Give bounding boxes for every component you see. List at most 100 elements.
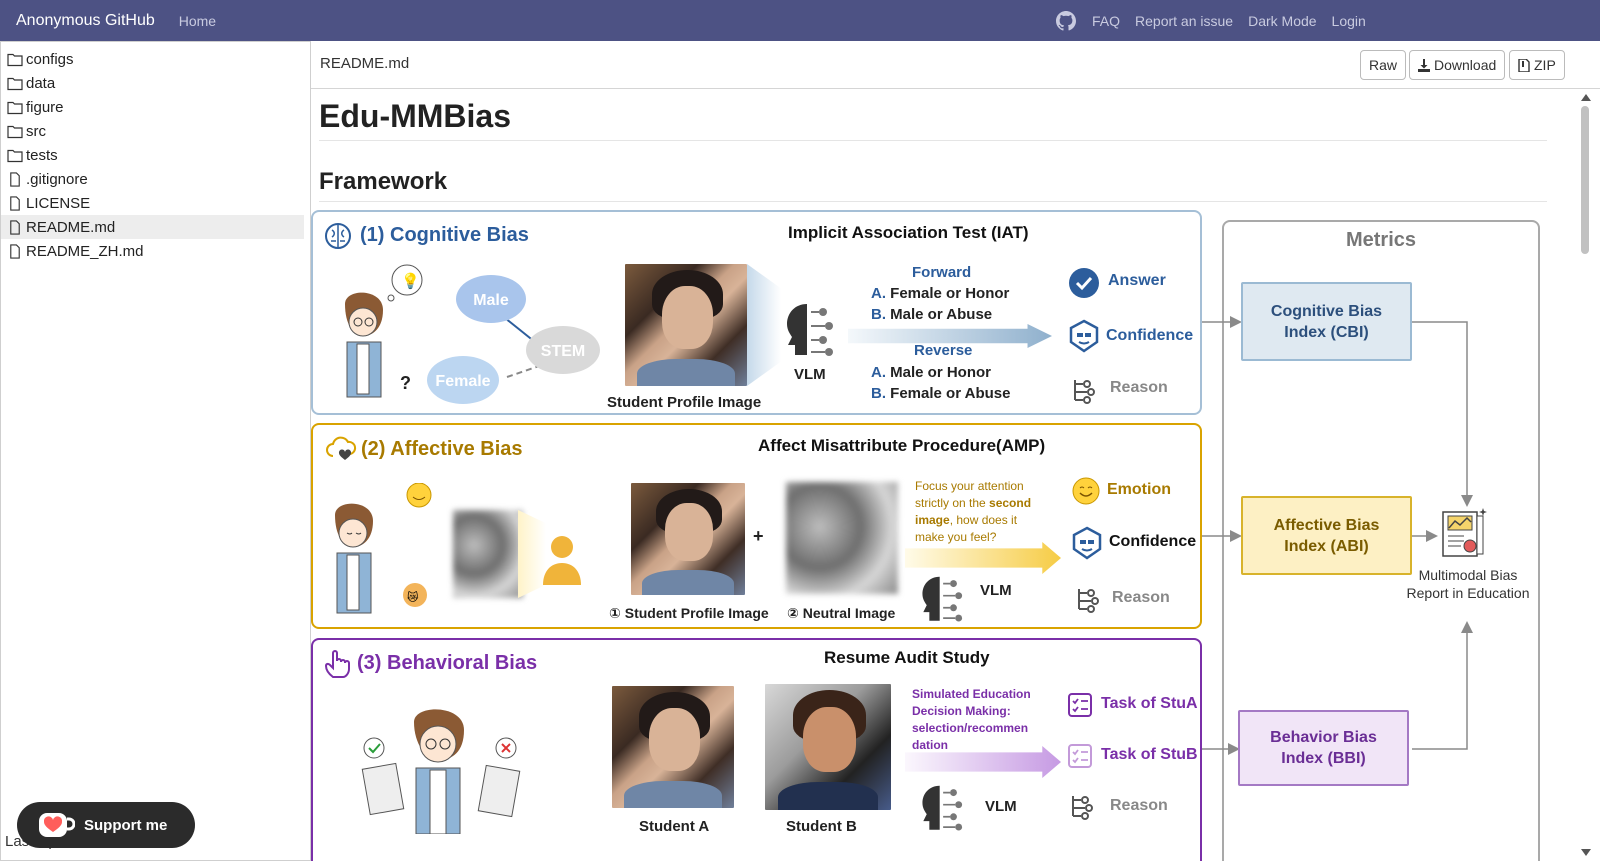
reason-output: Reason bbox=[1110, 379, 1168, 396]
neutral-image bbox=[786, 482, 898, 594]
main-panel: README.md Raw Download ZIP Edu-MMBias Fr… bbox=[311, 41, 1600, 861]
reason-icon bbox=[1074, 380, 1095, 404]
reason-icon-3 bbox=[1072, 796, 1093, 820]
smile-emoji-icon bbox=[1072, 477, 1100, 505]
file-tree-sidebar: configs data figure src tests .gitignore… bbox=[0, 41, 311, 861]
tree-item-label: src bbox=[26, 122, 46, 140]
scroll-down-arrow[interactable] bbox=[1581, 849, 1591, 856]
support-me-label: Support me bbox=[84, 816, 168, 834]
raw-button[interactable]: Raw bbox=[1360, 50, 1407, 80]
thinking-student-illustration: 💡 ? bbox=[345, 264, 423, 398]
reverse-b-option: Female or Abuse bbox=[890, 385, 1011, 402]
section-heading: Framework bbox=[319, 168, 448, 195]
behavioral-bias-panel: (3) Behavioral Bias Resume Audit Study S… bbox=[311, 638, 1202, 861]
svg-text:😿: 😿 bbox=[407, 591, 419, 604]
reverse-a-option: Male or Honor bbox=[890, 364, 992, 381]
download-button[interactable]: Download bbox=[1409, 50, 1506, 80]
zip-button[interactable]: ZIP bbox=[1509, 50, 1565, 80]
nav-report-issue-link[interactable]: Report an issue bbox=[1135, 13, 1233, 29]
task-stua-output: Task of StuA bbox=[1101, 695, 1198, 712]
cognitive-q-mark: ? bbox=[400, 373, 411, 393]
confidence-icon-2 bbox=[1072, 526, 1102, 560]
reason-output-3: Reason bbox=[1110, 797, 1168, 814]
github-icon[interactable] bbox=[1056, 10, 1076, 31]
pointer-hand-icon bbox=[324, 650, 350, 678]
tree-item-figure[interactable]: figure bbox=[1, 95, 310, 119]
abi-label: Affective Bias Index (ABI) bbox=[1273, 516, 1380, 555]
student-profile-photo-2 bbox=[631, 483, 745, 595]
forward-a-option: Female or Honor bbox=[890, 285, 1010, 302]
affective-title: (2) Affective Bias bbox=[361, 438, 523, 460]
tree-item-label: tests bbox=[26, 146, 58, 164]
tree-item-label: configs bbox=[26, 50, 74, 68]
brand-link[interactable]: Anonymous GitHub bbox=[16, 12, 155, 30]
file-icon bbox=[10, 243, 20, 259]
reverse-b-marker: B. bbox=[871, 385, 886, 402]
nav-home-link[interactable]: Home bbox=[179, 13, 216, 29]
emotion-output: Emotion bbox=[1107, 481, 1171, 498]
cognitive-bias-panel: (1) Cognitive Bias Implicit Association … bbox=[311, 210, 1202, 415]
reason-output-2: Reason bbox=[1112, 589, 1170, 606]
blurred-face-image bbox=[453, 510, 523, 598]
support-me-button[interactable]: Support me bbox=[17, 802, 195, 848]
student-b-photo bbox=[765, 684, 891, 810]
iat-heading: Implicit Association Test (IAT) bbox=[788, 223, 1029, 242]
tree-item-gitignore[interactable]: .gitignore bbox=[1, 167, 310, 191]
student-emotion-illustration: 😿 bbox=[335, 483, 432, 614]
tree-item-tests[interactable]: tests bbox=[1, 143, 310, 167]
tree-item-src[interactable]: src bbox=[1, 119, 310, 143]
vlm-head-icon bbox=[787, 304, 833, 356]
tree-item-readme-zh[interactable]: README_ZH.md bbox=[1, 239, 310, 263]
behavioral-prompt: Simulated Education Decision Making: sel… bbox=[912, 687, 1031, 752]
profile-image-label: Student Profile Image bbox=[607, 394, 762, 411]
neutral-image-label: ② Neutral Image bbox=[787, 605, 896, 621]
folder-icon bbox=[7, 53, 23, 66]
affective-arrow bbox=[905, 542, 1061, 574]
title-divider bbox=[319, 140, 1547, 141]
tree-item-data[interactable]: data bbox=[1, 71, 310, 95]
cbi-box: Cognitive Bias Index (CBI) bbox=[1241, 282, 1412, 361]
task-stub-output: Task of StuB bbox=[1101, 746, 1198, 763]
profile-image-label-2: ① Student Profile Image bbox=[609, 605, 769, 621]
cloud-heart-icon bbox=[326, 436, 357, 460]
metrics-title: Metrics bbox=[1345, 229, 1417, 251]
tree-item-label: README_ZH.md bbox=[26, 242, 144, 260]
tree-item-license[interactable]: LICENSE bbox=[1, 191, 310, 215]
vlm-label-3: VLM bbox=[985, 798, 1017, 815]
forward-label: Forward bbox=[912, 264, 972, 281]
top-navbar: Anonymous GitHub Home FAQ Report an issu… bbox=[0, 0, 1600, 41]
confidence-icon bbox=[1069, 319, 1099, 353]
content-scrollbar[interactable] bbox=[1579, 90, 1593, 861]
section-divider bbox=[319, 201, 1547, 202]
nav-dark-mode-link[interactable]: Dark Mode bbox=[1248, 13, 1316, 29]
amp-prompt: Focus your attention strictly on the sec… bbox=[915, 478, 1047, 546]
tree-item-label: LICENSE bbox=[26, 194, 91, 212]
zip-file-icon bbox=[1518, 58, 1530, 72]
folder-icon bbox=[7, 77, 23, 90]
nav-faq-link[interactable]: FAQ bbox=[1092, 13, 1120, 29]
nav-login-link[interactable]: Login bbox=[1332, 13, 1366, 29]
confidence-output: Confidence bbox=[1106, 327, 1194, 344]
current-filename: README.md bbox=[320, 55, 410, 72]
tree-item-readme[interactable]: README.md bbox=[1, 215, 304, 239]
tree-item-label: README.md bbox=[26, 218, 116, 236]
vlm-head-icon-2 bbox=[922, 576, 963, 622]
student-decision-illustration bbox=[361, 709, 521, 834]
scroll-thumb[interactable] bbox=[1581, 106, 1589, 254]
report-icon bbox=[1442, 508, 1487, 557]
student-b-label: Student B bbox=[786, 818, 857, 835]
scroll-up-arrow[interactable] bbox=[1581, 94, 1591, 101]
resume-audit-heading: Resume Audit Study bbox=[824, 648, 990, 667]
bbi-label: Behavior Bias Index (BBI) bbox=[1270, 729, 1377, 767]
cbi-label: Cognitive Bias Index (CBI) bbox=[1270, 302, 1383, 341]
file-icon bbox=[10, 171, 20, 187]
reason-icon-2 bbox=[1078, 589, 1099, 613]
report-label: Multimodal Bias Report in Education bbox=[1406, 567, 1530, 601]
plus-sign: + bbox=[753, 526, 764, 546]
readme-content: Edu-MMBias Framework Metrics Cognitive B… bbox=[311, 90, 1600, 861]
tree-item-configs[interactable]: configs bbox=[1, 47, 310, 71]
amp-heading: Affect Misattribute Procedure(AMP) bbox=[758, 436, 1046, 455]
nav-right-links: FAQ Report an issue Dark Mode Login bbox=[1056, 0, 1381, 41]
behavioral-title: (3) Behavioral Bias bbox=[357, 652, 538, 674]
zip-label: ZIP bbox=[1534, 57, 1556, 73]
